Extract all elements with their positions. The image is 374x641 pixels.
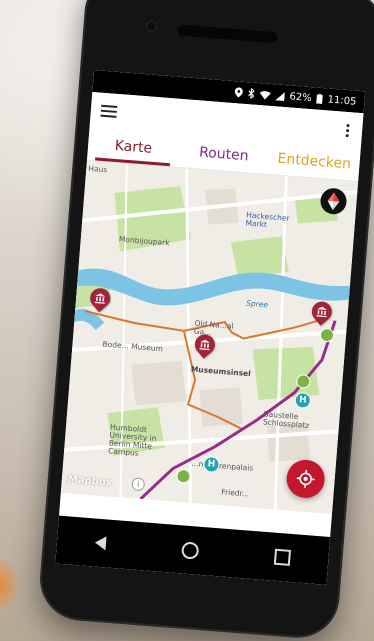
- phone-screen: 62% 11:05 Karte Routen Entdecken Haus Ha…: [55, 70, 366, 585]
- recent-apps-icon[interactable]: [273, 548, 292, 566]
- map-view[interactable]: Haus Hackescher Markt Monbijoupark Spree…: [60, 160, 359, 515]
- speaker-grille: [177, 24, 278, 44]
- battery-icon: [316, 93, 323, 105]
- front-camera: [145, 19, 159, 33]
- back-icon[interactable]: [94, 535, 107, 551]
- phone-frame: 62% 11:05 Karte Routen Entdecken Haus Ha…: [36, 0, 374, 641]
- battery-percent: 62%: [289, 90, 313, 104]
- map-label-humboldt-university: Humboldt University in Berlin Mitte Camp…: [107, 422, 157, 458]
- map-label-baustelle-schlossplatz: Baustelle Schlossplatz: [262, 409, 310, 430]
- location-icon: [234, 87, 243, 98]
- museum-pin-icon[interactable]: [86, 284, 115, 314]
- map-label-hackescher-markt: Hackescher Markt: [245, 210, 290, 229]
- more-vert-icon[interactable]: [342, 123, 353, 137]
- wifi-icon: [259, 90, 271, 100]
- museum-pin-icon[interactable]: [190, 330, 219, 361]
- home-icon[interactable]: [181, 540, 200, 560]
- map-label-haus: Haus: [87, 163, 108, 175]
- bluetooth-icon: [247, 88, 255, 99]
- android-nav-bar: [55, 515, 331, 585]
- clock: 11:05: [327, 93, 357, 108]
- museum-pin-icon[interactable]: [307, 297, 336, 328]
- phone-wrapper: 62% 11:05 Karte Routen Entdecken Haus Ha…: [0, 0, 374, 641]
- map-label-spree: Spree: [245, 298, 269, 310]
- menu-icon[interactable]: [100, 104, 118, 118]
- signal-icon: [275, 91, 285, 101]
